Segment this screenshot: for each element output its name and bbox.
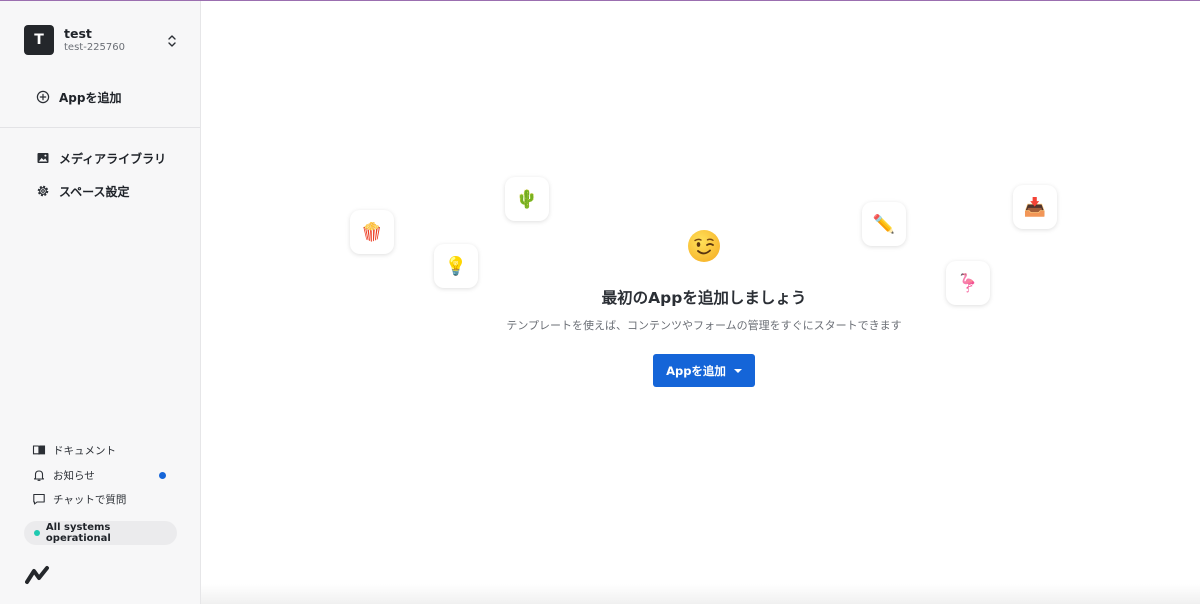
chat-icon [33, 493, 45, 505]
status-dot [34, 530, 40, 536]
sidebar-item-media-library[interactable]: メディアライブラリ [36, 148, 166, 168]
sidebar-item-space-settings[interactable]: スペース設定 [36, 181, 130, 201]
chevron-up-down-icon [168, 35, 176, 47]
space-avatar: T [24, 25, 54, 55]
add-app-label: Appを追加 [59, 90, 122, 105]
caret-down-icon [733, 368, 742, 373]
add-app-button[interactable]: Appを追加 [653, 354, 755, 387]
book-icon [32, 445, 46, 455]
inbox-tray-icon: 📥 [1013, 185, 1057, 229]
space-id: test-225760 [64, 42, 125, 53]
sidebar: T test test-225760 Appを追加 メディアライブラリ スペース… [0, 1, 201, 604]
add-app-button-label: Appを追加 [666, 363, 726, 378]
system-status-label: All systems operational [45, 522, 111, 544]
cactus-icon: 🌵 [505, 177, 549, 221]
space-switcher[interactable]: T test test-225760 [24, 25, 184, 57]
image-icon [37, 153, 49, 163]
bell-icon [33, 470, 45, 481]
chat-support-link[interactable]: チャットで質問 [32, 490, 126, 508]
docs-label: ドキュメント [53, 444, 116, 457]
empty-state-description: テンプレートを使えば、コンテンツやフォームの管理をすぐにスタートできます [506, 319, 902, 332]
chat-support-label: チャットで質問 [53, 493, 127, 506]
unread-indicator-dot [159, 472, 166, 479]
empty-state-title: 最初のAppを追加しましょう [601, 289, 807, 307]
popcorn-icon: 🍿 [350, 210, 394, 254]
sidebar-item-label: スペース設定 [59, 184, 130, 199]
pencil-icon: ✏️ [862, 202, 906, 246]
lightbulb-icon: 💡 [434, 244, 478, 288]
plus-circle-icon [36, 90, 50, 104]
notifications-label: お知らせ [53, 469, 95, 482]
winking-face-icon [688, 230, 720, 262]
system-status-badge[interactable]: All systems operational [24, 521, 177, 545]
sidebar-divider [0, 127, 200, 128]
docs-link[interactable]: ドキュメント [32, 441, 116, 459]
space-name: test [64, 26, 92, 41]
notifications-link[interactable]: お知らせ [32, 466, 95, 484]
add-app-link[interactable]: Appを追加 [36, 87, 121, 107]
gear-icon [37, 185, 49, 197]
bottom-shadow [201, 584, 1200, 604]
brand-logo-icon [25, 566, 49, 584]
sidebar-item-label: メディアライブラリ [59, 151, 167, 166]
